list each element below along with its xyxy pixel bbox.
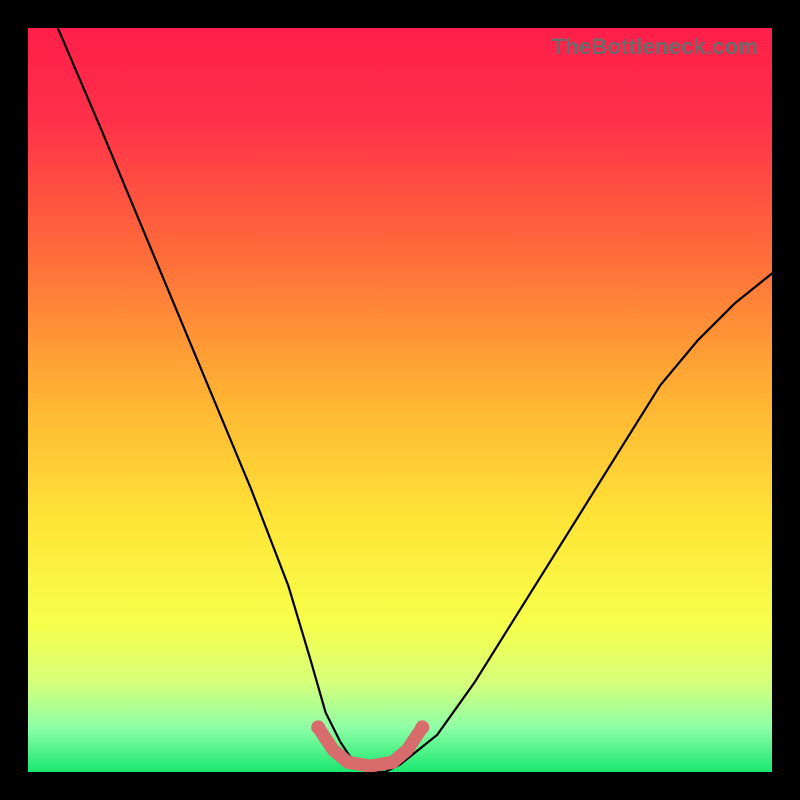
watermark-text: TheBottleneck.com: [552, 34, 758, 60]
plot-area: TheBottleneck.com: [28, 28, 772, 772]
chart-frame: TheBottleneck.com: [0, 0, 800, 800]
bottleneck-curve: [28, 28, 772, 772]
curve-line: [58, 28, 772, 772]
